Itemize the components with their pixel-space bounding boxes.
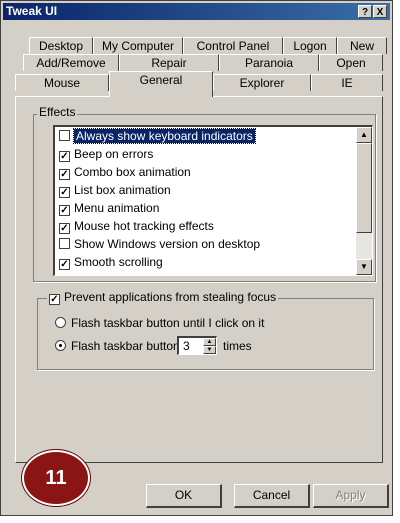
radio-label: Flash taskbar button	[71, 339, 180, 353]
times-label: times	[223, 339, 252, 353]
effect-label: Always show keyboard indicators	[73, 128, 256, 144]
flash-count-value[interactable]: 3	[183, 339, 190, 353]
checkbox-checked-icon[interactable]: ✓	[49, 294, 60, 305]
scroll-up-arrow-icon[interactable]: ▲	[356, 127, 372, 143]
radio-flash-n-times[interactable]: Flash taskbar button	[55, 339, 180, 353]
tab-my-computer[interactable]: My Computer	[93, 37, 183, 54]
effect-label: Combo box animation	[74, 165, 191, 179]
radio-button-selected-icon[interactable]	[55, 340, 66, 351]
checkbox-checked-icon[interactable]: ✓	[59, 151, 70, 162]
list-item[interactable]: Show Windows version on desktop	[59, 236, 260, 253]
focus-group	[37, 298, 374, 370]
title-bar: Tweak UI ? X	[3, 3, 390, 20]
spin-down-arrow-icon[interactable]: ▼	[203, 346, 216, 354]
help-button[interactable]: ?	[358, 5, 372, 18]
list-item[interactable]: ✓ Smooth scrolling	[59, 254, 163, 271]
effect-label: Smooth scrolling	[74, 255, 163, 269]
tab-add-remove[interactable]: Add/Remove	[23, 54, 119, 71]
tab-paranoia[interactable]: Paranoia	[219, 54, 319, 71]
list-item[interactable]: ✓ List box animation	[59, 182, 171, 199]
tab-mouse[interactable]: Mouse	[15, 74, 109, 91]
radio-label: Flash taskbar button until I click on it	[71, 316, 265, 330]
tab-new[interactable]: New	[337, 37, 387, 54]
tab-logon[interactable]: Logon	[283, 37, 337, 54]
tab-repair[interactable]: Repair	[119, 54, 219, 71]
effect-label: List box animation	[74, 183, 171, 197]
tweak-ui-window: Tweak UI ? X Desktop My Computer Control…	[0, 0, 393, 516]
effect-label: Menu animation	[74, 201, 160, 215]
tab-desktop[interactable]: Desktop	[29, 37, 93, 54]
effect-label: Beep on errors	[74, 147, 154, 161]
ok-button[interactable]: OK	[146, 484, 222, 508]
checkbox-checked-icon[interactable]: ✓	[59, 205, 70, 216]
tab-control-panel[interactable]: Control Panel	[183, 37, 283, 54]
list-item[interactable]: ✓ Mouse hot tracking effects	[59, 218, 214, 235]
radio-button-icon[interactable]	[55, 317, 66, 328]
prevent-focus-label: Prevent applications from stealing focus	[64, 290, 277, 304]
checkbox-unchecked-icon[interactable]	[59, 130, 70, 141]
effect-label: Show Windows version on desktop	[74, 237, 261, 251]
tab-general[interactable]: General	[109, 71, 213, 97]
list-item[interactable]: ✓ Beep on errors	[59, 146, 153, 163]
checkbox-checked-icon[interactable]: ✓	[59, 187, 70, 198]
checkbox-checked-icon[interactable]: ✓	[59, 223, 70, 234]
list-item[interactable]: ✓ Combo box animation	[59, 164, 191, 181]
effects-listbox[interactable]: Always show keyboard indicators ✓ Beep on…	[53, 125, 373, 276]
scroll-thumb[interactable]	[356, 143, 372, 233]
checkbox-checked-icon[interactable]: ✓	[59, 169, 70, 180]
list-item[interactable]: Always show keyboard indicators	[59, 128, 256, 145]
close-button[interactable]: X	[373, 5, 387, 18]
list-scrollbar[interactable]: ▲ ▼	[356, 127, 372, 275]
cancel-button[interactable]: Cancel	[234, 484, 310, 508]
prevent-focus-checkbox-row[interactable]: ✓ Prevent applications from stealing focu…	[47, 290, 279, 305]
step-number-badge: 11	[22, 450, 90, 506]
tab-open[interactable]: Open	[319, 54, 383, 71]
tab-ie[interactable]: IE	[311, 74, 383, 91]
tab-explorer[interactable]: Explorer	[213, 74, 311, 91]
scroll-down-arrow-icon[interactable]: ▼	[356, 259, 372, 275]
radio-flash-until-click[interactable]: Flash taskbar button until I click on it	[55, 316, 264, 330]
list-item[interactable]: ✓ Menu animation	[59, 200, 159, 217]
window-title: Tweak UI	[6, 4, 58, 18]
effects-group-label: Effects	[37, 105, 78, 119]
flash-count-stepper[interactable]: 3 ▲ ▼	[177, 336, 217, 355]
checkbox-unchecked-icon[interactable]	[59, 238, 70, 249]
effect-label: Mouse hot tracking effects	[74, 219, 214, 233]
apply-button[interactable]: Apply	[313, 484, 389, 508]
checkbox-checked-icon[interactable]: ✓	[59, 259, 70, 270]
spin-up-arrow-icon[interactable]: ▲	[203, 338, 216, 346]
